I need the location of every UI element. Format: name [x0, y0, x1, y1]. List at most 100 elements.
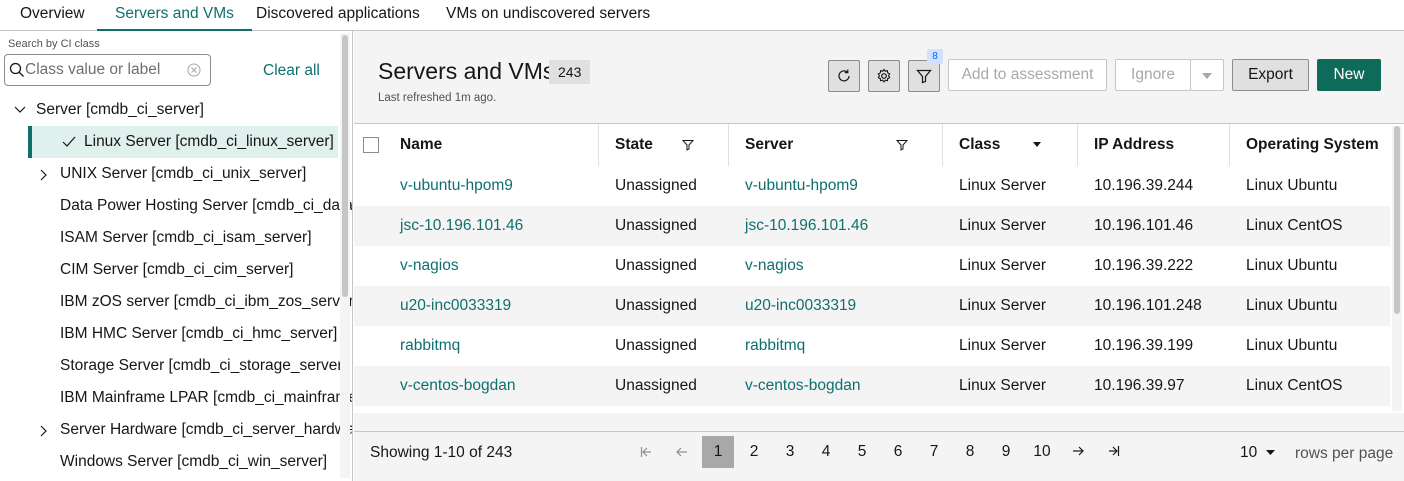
tree-item-label: ISAM Server [cmdb_ci_isam_server]: [60, 229, 312, 246]
select-all-checkbox[interactable]: [363, 137, 379, 153]
tree-item-label: IBM HMC Server [cmdb_ci_hmc_server]: [60, 325, 338, 342]
tree-item-server[interactable]: Server [cmdb_ci_server]: [0, 94, 340, 126]
filter-icon: [916, 69, 932, 84]
cell-name[interactable]: rabbitmq: [400, 326, 460, 366]
tree-item-label: UNIX Server [cmdb_ci_unix_server]: [60, 165, 307, 182]
tree-item-label: CIM Server [cmdb_ci_cim_server]: [60, 261, 294, 278]
page-button-5[interactable]: 5: [846, 436, 878, 468]
column-header-class[interactable]: Class: [959, 124, 1000, 166]
ignore-button[interactable]: Ignore: [1115, 59, 1191, 91]
class-search-input[interactable]: [25, 59, 185, 81]
tree-item-cim-server[interactable]: CIM Server [cmdb_ci_cim_server]: [0, 254, 340, 286]
page-button-1[interactable]: 1: [702, 436, 734, 468]
sidebar-scrollbar-thumb[interactable]: [342, 35, 348, 297]
chevron-right-icon[interactable]: [39, 425, 49, 437]
cell-server[interactable]: rabbitmq: [745, 326, 805, 366]
cell-name[interactable]: u20-inc0033319: [400, 286, 511, 326]
page-button-3[interactable]: 3: [774, 436, 806, 468]
cell-class: Linux Server: [959, 377, 1047, 394]
column-filter-icon[interactable]: [896, 139, 908, 151]
caret-down-icon: [1265, 450, 1275, 456]
tree-item-mainframe-lpar[interactable]: IBM Mainframe LPAR [cmdb_ci_mainframe_lp…: [0, 382, 352, 414]
cell-operating-system: Linux CentOS: [1246, 217, 1343, 234]
tab-overview[interactable]: Overview: [2, 0, 103, 31]
last-page-button[interactable]: [1098, 436, 1130, 468]
cell-server[interactable]: v-ubuntu-hpom9: [745, 166, 858, 206]
tree-item-datapower-server[interactable]: Data Power Hosting Server [cmdb_ci_datap…: [0, 190, 352, 222]
previous-page-button[interactable]: [666, 436, 698, 468]
column-filter-icon[interactable]: [682, 139, 694, 151]
new-button[interactable]: New: [1317, 59, 1381, 91]
page-button-6[interactable]: 6: [882, 436, 914, 468]
refresh-button[interactable]: [828, 60, 860, 92]
cell-server[interactable]: jsc-10.196.101.46: [745, 206, 868, 246]
pagination-bar: Showing 1-10 of 243 1 2 3 4 5 6 7 8 9 10…: [354, 431, 1404, 481]
tab-vms-on-undiscovered-servers[interactable]: VMs on undiscovered servers: [428, 0, 668, 31]
last-refreshed-text: Last refreshed 1m ago.: [378, 92, 497, 104]
table-row[interactable]: v-nagios Unassigned v-nagios Linux Serve…: [354, 246, 1390, 286]
sort-caret-icon[interactable]: [1033, 142, 1041, 147]
next-page-button[interactable]: [1062, 436, 1094, 468]
add-to-assessment-button[interactable]: Add to assessment: [948, 59, 1107, 91]
ignore-menu-button[interactable]: [1190, 59, 1224, 91]
cell-state: Unassigned: [615, 297, 697, 314]
page-button-8[interactable]: 8: [954, 436, 986, 468]
cell-class: Linux Server: [959, 297, 1047, 314]
cell-class: Linux Server: [959, 337, 1047, 354]
cell-server[interactable]: v-centos-bogdan: [745, 366, 860, 406]
filter-button[interactable]: [908, 60, 940, 92]
rows-per-page-select[interactable]: 10: [1240, 444, 1275, 462]
refresh-icon: [838, 69, 850, 82]
tree-item-linux-server[interactable]: Linux Server [cmdb_ci_linux_server]: [28, 126, 338, 158]
tree-item-storage-server[interactable]: Storage Server [cmdb_ci_storage_server]: [0, 350, 347, 382]
chevron-down-icon[interactable]: [14, 105, 26, 115]
tree-item-ibm-hmc-server[interactable]: IBM HMC Server [cmdb_ci_hmc_server]: [0, 318, 340, 350]
cell-name[interactable]: v-centos-bogdan: [400, 366, 515, 406]
cell-name[interactable]: v-ubuntu-hpom9: [400, 166, 513, 206]
tree-item-server-hardware[interactable]: Server Hardware [cmdb_ci_server_hardware…: [0, 414, 352, 446]
column-header-server[interactable]: Server: [745, 124, 793, 166]
ci-class-sidebar: Search by CI class Clear all Server [cmd…: [0, 31, 353, 481]
vertical-scrollbar-thumb[interactable]: [1394, 126, 1400, 314]
cell-state: Unassigned: [615, 217, 697, 234]
cell-server[interactable]: v-nagios: [745, 246, 804, 286]
page-button-4[interactable]: 4: [810, 436, 842, 468]
first-page-button[interactable]: [630, 436, 662, 468]
checkmark-icon: [62, 136, 76, 147]
cell-operating-system: Linux CentOS: [1246, 377, 1343, 394]
cell-server[interactable]: u20-inc0033319: [745, 286, 856, 326]
table-vertical-scrollbar[interactable]: [1392, 126, 1402, 411]
column-header-name[interactable]: Name: [400, 124, 442, 166]
clear-search-icon[interactable]: [187, 63, 201, 77]
tab-servers-and-vms[interactable]: Servers and VMs: [97, 0, 252, 31]
tab-discovered-applications[interactable]: Discovered applications: [238, 0, 438, 31]
tree-item-unix-server[interactable]: UNIX Server [cmdb_ci_unix_server]: [0, 158, 340, 190]
page-button-7[interactable]: 7: [918, 436, 950, 468]
table-row[interactable]: v-ubuntu-hpom9 Unassigned v-ubuntu-hpom9…: [354, 166, 1390, 206]
cell-name[interactable]: jsc-10.196.101.46: [400, 206, 523, 246]
cell-class: Linux Server: [959, 257, 1047, 274]
table-row[interactable]: v-centos-bogdan Unassigned v-centos-bogd…: [354, 366, 1390, 406]
settings-button[interactable]: [868, 60, 900, 92]
main-panel: Servers and VMs 243 Last refreshed 1m ag…: [354, 31, 1404, 481]
tree-item-isam-server[interactable]: ISAM Server [cmdb_ci_isam_server]: [0, 222, 340, 254]
tree-item-ibm-zos-server[interactable]: IBM zOS server [cmdb_ci_ibm_zos_server]: [0, 286, 352, 318]
tree-item-windows-server[interactable]: Windows Server [cmdb_ci_win_server]: [0, 446, 340, 478]
column-header-ip-address[interactable]: IP Address: [1094, 124, 1174, 166]
chevron-right-icon[interactable]: [39, 169, 49, 181]
column-header-operating-system[interactable]: Operating System: [1246, 124, 1379, 166]
export-button[interactable]: Export: [1232, 59, 1309, 91]
page-button-10[interactable]: 10: [1026, 436, 1058, 468]
page-button-2[interactable]: 2: [738, 436, 770, 468]
cell-name[interactable]: v-nagios: [400, 246, 459, 286]
table-row[interactable]: jsc-10.196.101.46 Unassigned jsc-10.196.…: [354, 206, 1390, 246]
first-page-icon: [640, 447, 651, 457]
sidebar-scrollbar[interactable]: [340, 33, 350, 478]
table-header: Name State Server Class IP Address Opera…: [354, 124, 1390, 166]
table-row[interactable]: u20-inc0033319 Unassigned u20-inc0033319…: [354, 286, 1390, 326]
cell-ip-address: 10.196.39.97: [1094, 377, 1185, 394]
page-button-9[interactable]: 9: [990, 436, 1022, 468]
table-row[interactable]: rabbitmq Unassigned rabbitmq Linux Serve…: [354, 326, 1390, 366]
clear-all-link[interactable]: Clear all: [263, 62, 320, 80]
column-header-state[interactable]: State: [615, 124, 653, 166]
